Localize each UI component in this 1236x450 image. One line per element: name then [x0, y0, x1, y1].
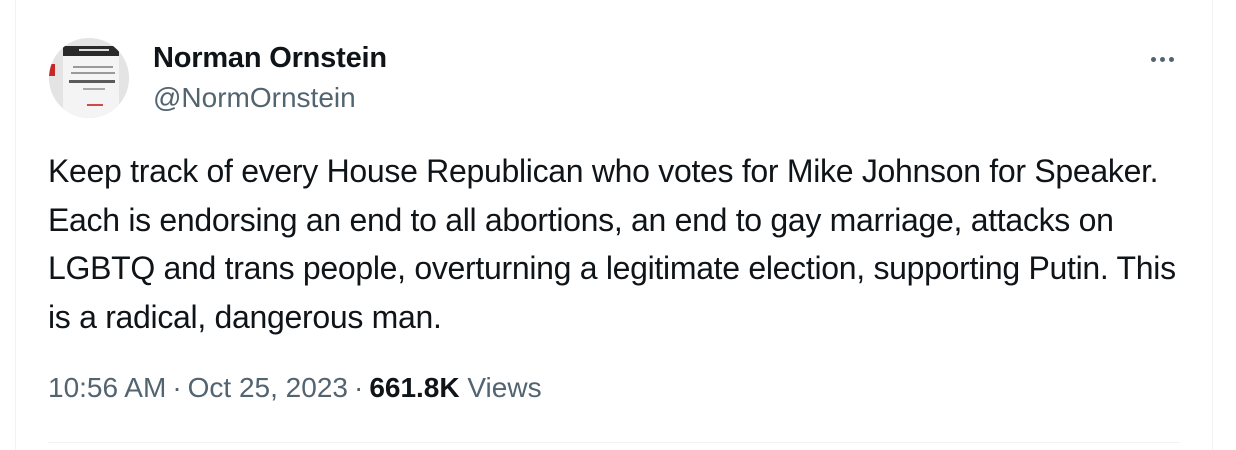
divider [48, 442, 1180, 443]
more-horizontal-icon [1159, 56, 1165, 62]
author-handle[interactable]: @NormOrnstein [153, 82, 356, 114]
separator: · [172, 372, 182, 403]
tweet-text: Keep track of every House Republican who… [48, 153, 1176, 335]
avatar-image [49, 38, 129, 118]
tweet-date: Oct 25, 2023 [187, 372, 348, 403]
tweet-time-link[interactable]: 10:56 AM · Oct 25, 2023 [48, 372, 348, 403]
author-name[interactable]: Norman Ornstein [153, 42, 387, 75]
separator: · [353, 372, 364, 403]
more-horizontal-icon [1150, 56, 1156, 62]
tweet-card: Norman Ornstein @NormOrnstein Keep track… [15, 0, 1213, 450]
more-options-button[interactable] [1142, 44, 1182, 74]
tweet-meta: 10:56 AM · Oct 25, 2023 · 661.8K Views [48, 372, 542, 404]
avatar[interactable] [49, 38, 129, 118]
views-count: 661.8K [369, 372, 460, 403]
more-horizontal-icon [1168, 56, 1174, 62]
views-label: Views [467, 372, 542, 403]
tweet-time: 10:56 AM [48, 372, 167, 403]
